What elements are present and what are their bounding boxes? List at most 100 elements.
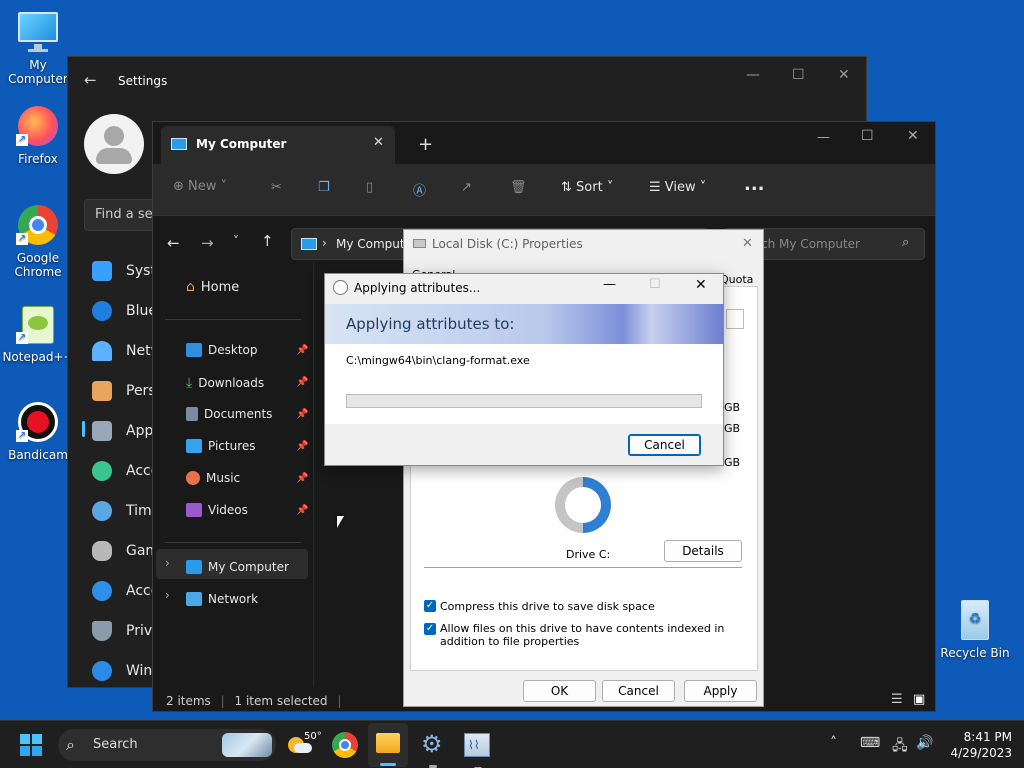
- network-icon: [186, 592, 202, 606]
- pin-icon: 📌: [296, 409, 309, 420]
- more-options-button[interactable]: ...: [744, 174, 765, 195]
- wifi-icon: [92, 341, 112, 361]
- status-selected: 1 item selected: [234, 694, 328, 708]
- desktop-icon-bandicam[interactable]: ↗ Bandicam: [0, 400, 76, 462]
- tab-quota[interactable]: Quota: [720, 273, 753, 286]
- nav-videos[interactable]: Videos: [186, 503, 248, 517]
- close-icon[interactable]: ✕: [838, 67, 850, 83]
- compress-checkbox[interactable]: ✓: [424, 600, 436, 612]
- taskbar-app[interactable]: ⌇⌇: [464, 733, 490, 768]
- close-tab-icon[interactable]: ✕: [373, 135, 384, 150]
- tiles-view-icon[interactable]: ▣: [913, 692, 925, 707]
- keyboard-icon[interactable]: ⌨: [860, 735, 880, 751]
- taskbar-settings[interactable]: ⚙: [420, 730, 446, 768]
- nav-my-computer[interactable]: My Computer: [186, 560, 289, 574]
- pin-icon: 📌: [296, 441, 309, 452]
- navigation-pane: ⌂ Home Desktop 📌 ⤓ Downloads 📌 Documents 📌…: [153, 262, 313, 682]
- bandicam-icon: ↗: [16, 400, 60, 444]
- desktop-icon-recycle-bin[interactable]: ♻ Recycle Bin: [937, 598, 1013, 660]
- desktop-icon-my-computer[interactable]: My Computer: [0, 10, 76, 86]
- progress-bar: [346, 394, 702, 408]
- up-arrow-icon[interactable]: ↑: [261, 232, 274, 250]
- taskbar-chrome[interactable]: [332, 732, 358, 758]
- chevron-right-icon[interactable]: ›: [165, 588, 170, 602]
- nav-music[interactable]: Music: [186, 471, 240, 485]
- maximize-icon[interactable]: ☐: [861, 128, 874, 144]
- clock[interactable]: 8:41 PM 4/29/2023: [946, 729, 1012, 761]
- minimize-icon[interactable]: —: [817, 130, 830, 145]
- view-button[interactable]: ☰ View ˅: [649, 180, 706, 195]
- nav-downloads[interactable]: ⤓ Downloads: [186, 375, 264, 391]
- copy-icon[interactable]: ❐: [318, 180, 330, 195]
- clock-date: 4/29/2023: [950, 746, 1012, 760]
- delete-icon[interactable]: 🗑: [510, 180, 527, 195]
- nav-documents[interactable]: Documents: [186, 407, 272, 421]
- view-icon: ☰: [649, 180, 661, 195]
- cancel-button[interactable]: Cancel: [628, 434, 701, 456]
- new-button[interactable]: ⊕ New ˅: [173, 179, 227, 194]
- taskbar-file-explorer[interactable]: [368, 723, 408, 767]
- maximize-icon[interactable]: ☐: [792, 67, 805, 83]
- sort-button[interactable]: ⇅ Sort ˅: [561, 180, 613, 195]
- back-arrow-icon[interactable]: ←: [167, 234, 180, 252]
- pin-icon: 📌: [296, 345, 309, 356]
- desktop-icon-notepadpp[interactable]: ↗ Notepad++: [0, 302, 76, 364]
- chevron-up-icon[interactable]: ˄: [830, 735, 837, 751]
- nav-pictures[interactable]: Pictures: [186, 439, 256, 453]
- cancel-button[interactable]: Cancel: [602, 680, 675, 702]
- search-label: Search: [93, 737, 138, 752]
- forward-arrow-icon[interactable]: →: [201, 234, 214, 252]
- chevron-right-icon[interactable]: ›: [165, 556, 170, 570]
- ok-button[interactable]: OK: [523, 680, 596, 702]
- new-tab-icon[interactable]: +: [418, 134, 433, 155]
- folder-icon: [376, 733, 400, 753]
- monitor-icon: [16, 10, 60, 54]
- desktop-icon-firefox[interactable]: ↗ Firefox: [0, 104, 76, 166]
- applying-attributes-dialog: Applying attributes... — ☐ ✕ Applying at…: [324, 273, 724, 466]
- apply-button[interactable]: Apply: [684, 680, 757, 702]
- nav-home[interactable]: ⌂ Home: [186, 279, 239, 295]
- minimize-icon[interactable]: —: [746, 67, 760, 83]
- chevron-down-icon[interactable]: ˅: [233, 234, 239, 248]
- details-view-icon[interactable]: ☰: [891, 692, 903, 707]
- tab-my-computer[interactable]: My Computer ✕: [161, 126, 395, 164]
- selected-indicator: [82, 421, 85, 437]
- pin-icon: 📌: [296, 505, 309, 516]
- close-icon[interactable]: ✕: [742, 236, 753, 251]
- brush-icon: [92, 381, 112, 401]
- share-icon[interactable]: ↗: [461, 180, 472, 195]
- bluetooth-icon: [92, 301, 112, 321]
- minimize-icon[interactable]: —: [603, 277, 616, 292]
- banner-heading: Applying attributes to:: [346, 315, 515, 333]
- pane-divider: [313, 262, 314, 687]
- avatar[interactable]: [84, 114, 144, 174]
- label-input[interactable]: [726, 309, 744, 329]
- active-indicator: [380, 763, 396, 766]
- compress-label: Compress this drive to save disk space: [440, 600, 655, 613]
- nav-network[interactable]: Network: [186, 592, 258, 606]
- start-button[interactable]: [20, 734, 42, 756]
- nav-desktop[interactable]: Desktop: [186, 343, 258, 357]
- drive-label: Drive C:: [566, 548, 611, 561]
- update-icon: [92, 661, 112, 681]
- close-icon[interactable]: ✕: [907, 128, 919, 144]
- weather-temp: 50°: [304, 731, 322, 742]
- close-icon[interactable]: ✕: [695, 277, 707, 293]
- accessibility-icon: [92, 581, 112, 601]
- desktop-icon-label: Recycle Bin: [940, 646, 1010, 660]
- rename-icon[interactable]: Ⓐ: [413, 180, 426, 199]
- desktop-icon-chrome[interactable]: ↗ Google Chrome: [0, 203, 76, 279]
- index-checkbox[interactable]: ✓: [424, 623, 436, 635]
- back-arrow-icon[interactable]: ←: [84, 71, 97, 89]
- sort-icon: ⇅: [561, 180, 572, 195]
- weather-widget[interactable]: 50°: [288, 731, 322, 759]
- details-button[interactable]: Details: [664, 540, 742, 562]
- monitor-icon: [186, 560, 202, 574]
- network-icon[interactable]: 🖧: [892, 735, 908, 759]
- cut-icon[interactable]: ✂: [271, 180, 282, 195]
- taskbar-search[interactable]: ⌕ Search: [58, 729, 276, 761]
- paste-icon[interactable]: ▯: [366, 180, 373, 195]
- settings-nav-apps[interactable]: Apps: [92, 421, 161, 441]
- volume-icon[interactable]: 🔊: [916, 735, 933, 751]
- search-icon: ⌕: [902, 235, 910, 250]
